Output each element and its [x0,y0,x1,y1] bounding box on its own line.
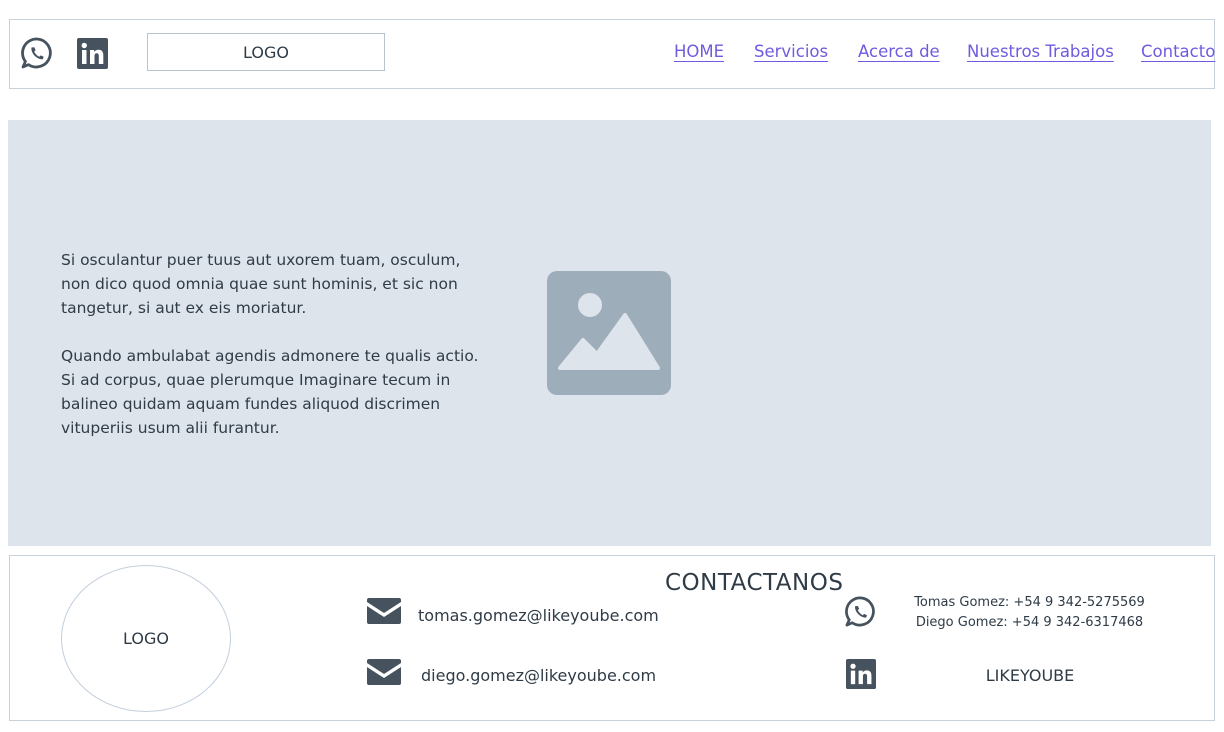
footer: LOGO CONTACTANOS tomas.gomez@likeyoube.c… [9,555,1215,721]
nav-acerca-link[interactable]: Acerca de [858,42,940,61]
whatsapp-icon[interactable] [20,36,54,70]
linkedin-icon[interactable] [77,38,108,69]
header: LOGO HOME Servicios Acerca de Nuestros T… [9,19,1215,89]
hero-paragraph-2: Quando ambulabat agendis admonere te qua… [61,347,479,437]
email-tomas-link[interactable]: tomas.gomez@likeyoube.com [418,606,659,625]
nav-servicios-link[interactable]: Servicios [754,42,828,61]
phone-list: Tomas Gomez: +54 9 342-5275569 Diego Gom… [907,593,1152,633]
email-diego-link[interactable]: diego.gomez@likeyoube.com [421,666,656,685]
linkedin-icon[interactable] [846,659,876,689]
mail-icon [367,598,401,624]
footer-logo: LOGO [61,565,231,712]
nav-contacto-link[interactable]: Contacto [1141,42,1215,61]
whatsapp-icon[interactable] [844,595,877,628]
phone-diego: Diego Gomez: +54 9 342-6317468 [915,615,1144,630]
nav-trabajos-link[interactable]: Nuestros Trabajos [967,42,1114,61]
company-name: LIKEYOUBE [985,666,1075,685]
hero-section: Si osculantur puer tuus aut uxorem tuam,… [8,120,1211,546]
image-placeholder-icon [547,271,671,395]
header-logo: LOGO [147,33,385,71]
nav-home-link[interactable]: HOME [674,42,724,61]
mail-icon [367,659,401,685]
hero-paragraph-1: Si osculantur puer tuus aut uxorem tuam,… [61,251,461,317]
phone-tomas: Tomas Gomez: +54 9 342-5275569 [914,595,1145,610]
contact-title: CONTACTANOS [665,570,844,596]
